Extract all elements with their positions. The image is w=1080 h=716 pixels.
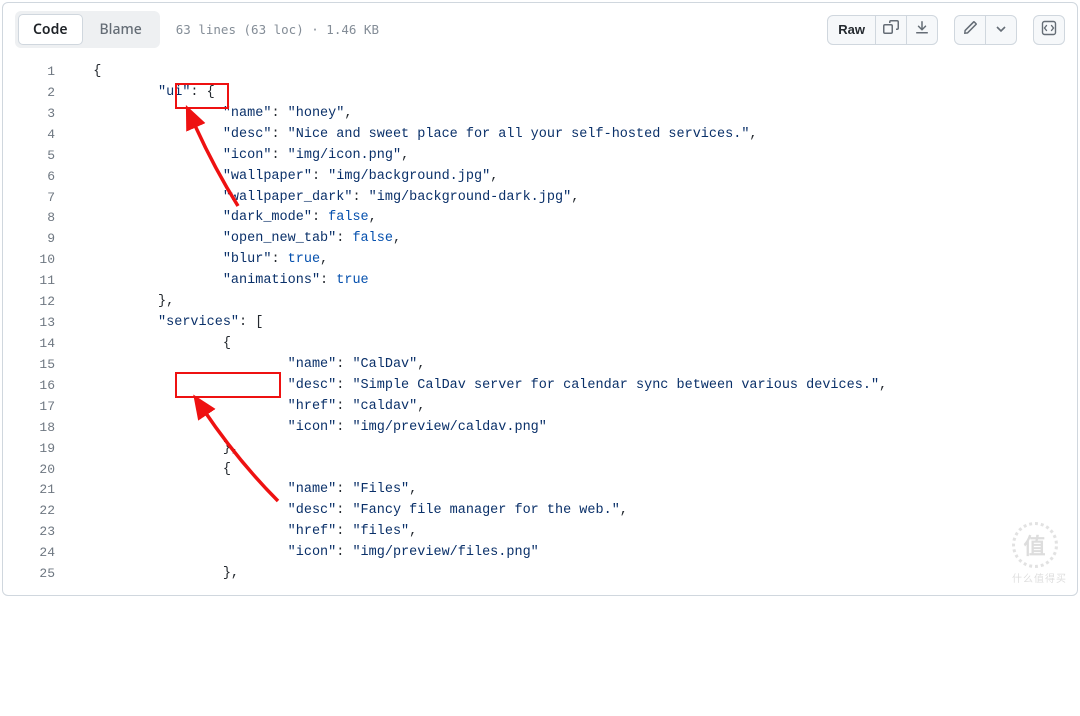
code-line[interactable]: 1 { <box>3 62 1077 83</box>
line-content: "desc": "Simple CalDav server for calend… <box>77 376 1077 397</box>
line-number[interactable]: 6 <box>3 167 77 188</box>
line-content: "desc": "Fancy file manager for the web.… <box>77 501 1077 522</box>
watermark-icon: 值 <box>1012 522 1058 568</box>
line-number[interactable]: 1 <box>3 62 77 83</box>
line-content: "open_new_tab": false, <box>77 229 1077 250</box>
line-number[interactable]: 20 <box>3 460 77 481</box>
code-line[interactable]: 7 "wallpaper_dark": "img/background-dark… <box>3 188 1077 209</box>
line-content: "icon": "img/preview/files.png" <box>77 543 1077 564</box>
file-toolbar: Code Blame 63 lines (63 loc) · 1.46 KB R… <box>3 3 1077 56</box>
copy-button[interactable] <box>875 15 907 45</box>
line-content: "name": "Files", <box>77 480 1077 501</box>
code-line[interactable]: 12 }, <box>3 292 1077 313</box>
code-line[interactable]: 23 "href": "files", <box>3 522 1077 543</box>
line-number[interactable]: 10 <box>3 250 77 271</box>
line-number[interactable]: 24 <box>3 543 77 564</box>
code-line[interactable]: 24 "icon": "img/preview/files.png" <box>3 543 1077 564</box>
line-content: }, <box>77 439 1077 460</box>
download-button[interactable] <box>906 15 938 45</box>
edit-button[interactable] <box>954 15 986 45</box>
line-number[interactable]: 18 <box>3 418 77 439</box>
line-content: "blur": true, <box>77 250 1077 271</box>
line-content: "ui": { <box>77 83 1077 104</box>
line-content: "href": "caldav", <box>77 397 1077 418</box>
code-line[interactable]: 22 "desc": "Fancy file manager for the w… <box>3 501 1077 522</box>
symbols-icon <box>1041 20 1057 39</box>
file-viewer: Code Blame 63 lines (63 loc) · 1.46 KB R… <box>2 2 1078 596</box>
line-content: "name": "honey", <box>77 104 1077 125</box>
raw-group: Raw <box>827 15 938 45</box>
line-number[interactable]: 22 <box>3 501 77 522</box>
line-content: "name": "CalDav", <box>77 355 1077 376</box>
code-line[interactable]: 25 }, <box>3 564 1077 585</box>
edit-menu-button[interactable] <box>985 15 1017 45</box>
line-number[interactable]: 3 <box>3 104 77 125</box>
line-content: "icon": "img/preview/caldav.png" <box>77 418 1077 439</box>
code-line[interactable]: 17 "href": "caldav", <box>3 397 1077 418</box>
line-number[interactable]: 16 <box>3 376 77 397</box>
line-number[interactable]: 11 <box>3 271 77 292</box>
symbols-button[interactable] <box>1033 15 1065 45</box>
line-number[interactable]: 23 <box>3 522 77 543</box>
code-line[interactable]: 9 "open_new_tab": false, <box>3 229 1077 250</box>
code-line[interactable]: 13 "services": [ <box>3 313 1077 334</box>
line-number[interactable]: 17 <box>3 397 77 418</box>
line-number[interactable]: 12 <box>3 292 77 313</box>
line-content: { <box>77 334 1077 355</box>
line-content: "services": [ <box>77 313 1077 334</box>
line-number[interactable]: 15 <box>3 355 77 376</box>
line-content: "animations": true <box>77 271 1077 292</box>
code-line[interactable]: 4 "desc": "Nice and sweet place for all … <box>3 125 1077 146</box>
line-number[interactable]: 2 <box>3 83 77 104</box>
line-number[interactable]: 7 <box>3 188 77 209</box>
code-line[interactable]: 16 "desc": "Simple CalDav server for cal… <box>3 376 1077 397</box>
view-mode-tabs: Code Blame <box>15 11 160 48</box>
line-content: "dark_mode": false, <box>77 208 1077 229</box>
code-line[interactable]: 6 "wallpaper": "img/background.jpg", <box>3 167 1077 188</box>
file-info: 63 lines (63 loc) · 1.46 KB <box>176 22 379 37</box>
tab-blame[interactable]: Blame <box>85 14 157 45</box>
code-line[interactable]: 3 "name": "honey", <box>3 104 1077 125</box>
line-number[interactable]: 4 <box>3 125 77 146</box>
line-content: }, <box>77 292 1077 313</box>
code-line[interactable]: 2 "ui": { <box>3 83 1077 104</box>
line-number[interactable]: 9 <box>3 229 77 250</box>
code-line[interactable]: 19 }, <box>3 439 1077 460</box>
line-content: "icon": "img/icon.png", <box>77 146 1077 167</box>
code-line[interactable]: 21 "name": "Files", <box>3 480 1077 501</box>
code-line[interactable]: 5 "icon": "img/icon.png", <box>3 146 1077 167</box>
line-content: { <box>77 460 1077 481</box>
line-number[interactable]: 19 <box>3 439 77 460</box>
line-number[interactable]: 5 <box>3 146 77 167</box>
line-number[interactable]: 8 <box>3 208 77 229</box>
code-line[interactable]: 20 { <box>3 460 1077 481</box>
download-icon <box>914 20 930 39</box>
edit-group <box>954 15 1017 45</box>
code-line[interactable]: 10 "blur": true, <box>3 250 1077 271</box>
code-line[interactable]: 8 "dark_mode": false, <box>3 208 1077 229</box>
copy-icon <box>883 20 899 39</box>
line-content: }, <box>77 564 1077 585</box>
line-number[interactable]: 25 <box>3 564 77 585</box>
line-content: "desc": "Nice and sweet place for all yo… <box>77 125 1077 146</box>
code-content[interactable]: 1 {2 "ui": {3 "name": "honey",4 "desc": … <box>3 56 1077 595</box>
raw-button[interactable]: Raw <box>827 15 876 45</box>
line-content: { <box>77 62 1077 83</box>
line-number[interactable]: 14 <box>3 334 77 355</box>
line-content: "wallpaper": "img/background.jpg", <box>77 167 1077 188</box>
code-line[interactable]: 18 "icon": "img/preview/caldav.png" <box>3 418 1077 439</box>
watermark: 值 什么值得买 <box>1012 522 1067 585</box>
pencil-icon <box>962 20 978 39</box>
line-number[interactable]: 13 <box>3 313 77 334</box>
line-content: "href": "files", <box>77 522 1077 543</box>
code-line[interactable]: 15 "name": "CalDav", <box>3 355 1077 376</box>
code-line[interactable]: 11 "animations": true <box>3 271 1077 292</box>
caret-down-icon <box>996 22 1006 37</box>
line-number[interactable]: 21 <box>3 480 77 501</box>
watermark-text: 什么值得买 <box>1012 570 1067 585</box>
code-line[interactable]: 14 { <box>3 334 1077 355</box>
line-content: "wallpaper_dark": "img/background-dark.j… <box>77 188 1077 209</box>
tab-code[interactable]: Code <box>18 14 83 45</box>
